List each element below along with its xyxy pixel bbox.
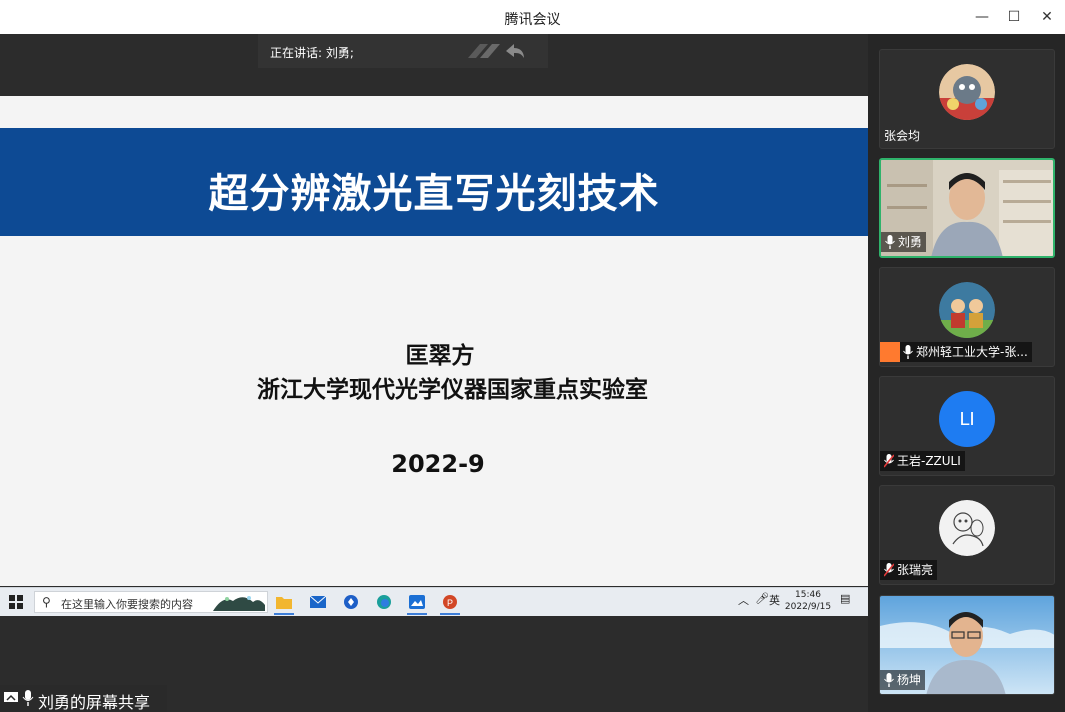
svg-text:P: P [447,598,453,608]
mic-muted-icon [884,563,894,577]
mic-icon [22,690,34,706]
clock-date: 2022/9/15 [784,602,832,612]
taskbar-clock: 15:46 2022/9/15 [784,589,832,613]
window-title: 腾讯会议 [504,12,561,28]
participant-tile-active[interactable]: 刘勇 [879,158,1055,258]
participant-list: 张会均 刘勇 郑州轻工业大学-张... LI 王岩-ZZULI 张瑞亮 杨坤 [868,34,1065,712]
file-explorer-icon [271,591,297,615]
powerpoint-icon: P [437,591,463,615]
participant-name: 王岩-ZZULI [880,451,965,471]
screen-share-label-text: 刘勇的屏幕共享 [38,693,151,712]
speaking-text: 正在讲话: 刘勇; [270,46,354,60]
search-icon: ⚲ [42,595,51,609]
mic-icon [884,673,894,687]
taskbar-search: ⚲ 在这里输入你要搜索的内容 [34,591,268,613]
share-logo-icon [468,44,524,58]
close-button[interactable]: ✕ [1031,6,1063,28]
slide-lab: 浙江大学现代光学仪器国家重点实验室 [257,377,648,403]
speaking-indicator: 正在讲话: 刘勇; [258,34,548,68]
participant-name: 杨坤 [880,670,926,690]
slide-author: 匡翠方 [405,343,475,369]
participant-tile[interactable]: 张瑞亮 [879,485,1055,585]
ime-indicator: 英 [769,594,780,607]
shared-taskbar: ⚲ 在这里输入你要搜索的内容 P ︿ 🎤︎ 英 15:46 2022/9/15 … [0,587,868,616]
cartoon-avatar-icon [939,64,995,120]
cartoon-avatar-icon [939,282,995,338]
tray-chevron-icon: ︿ [738,594,749,607]
app-window: 腾讯会议 — ☐ ✕ 正在讲话: 刘勇; 超分辨激光直写光刻技术 匡翠方 浙江大… [0,0,1065,712]
screen-share-label: 刘勇的屏幕共享 [0,685,167,712]
mic-icon [903,345,913,359]
photos-app-icon [404,591,430,615]
shield-app-icon [338,591,364,613]
slide-title: 超分辨激光直写光刻技术 [208,171,660,217]
participant-tile[interactable]: LI 王岩-ZZULI [879,376,1055,476]
taskbar-search-placeholder: 在这里输入你要搜索的内容 [61,598,193,611]
participant-name: 刘勇 [881,232,927,252]
minimize-button[interactable]: — [966,6,998,28]
sketch-avatar-icon [939,500,995,556]
maximize-button[interactable]: ☐ [998,6,1030,28]
tray-mic-icon: 🎤︎ [755,592,769,605]
search-scene-icon [213,596,265,611]
screen-share-icon [4,692,18,702]
participant-name: 郑州轻工业大学-张... [880,342,1032,362]
user-orange-icon [880,342,900,362]
notification-icon: ▤ [840,592,851,605]
participant-name: 张瑞亮 [880,560,938,580]
participant-name: 张会均 [884,129,921,143]
mic-icon [885,235,895,249]
initials-avatar: LI [939,391,995,447]
mic-muted-icon [884,454,894,468]
mail-icon [305,591,331,613]
slide-title-band: 超分辨激光直写光刻技术 [0,128,868,236]
slide-date: 2022-9 [391,450,485,478]
edge-browser-icon [371,591,397,613]
windows-start-icon [9,595,23,609]
shared-screen-area: 正在讲话: 刘勇; 超分辨激光直写光刻技术 匡翠方 浙江大学现代光学仪器国家重点… [0,34,868,712]
presentation-slide: 超分辨激光直写光刻技术 匡翠方 浙江大学现代光学仪器国家重点实验室 2022-9 [0,96,868,586]
participant-tile[interactable]: 杨坤 [879,595,1055,695]
clock-time: 15:46 [795,590,821,600]
participant-tile[interactable]: 郑州轻工业大学-张... [879,267,1055,367]
participant-tile[interactable]: 张会均 [879,49,1055,149]
title-bar: 腾讯会议 — ☐ ✕ [0,0,1065,34]
